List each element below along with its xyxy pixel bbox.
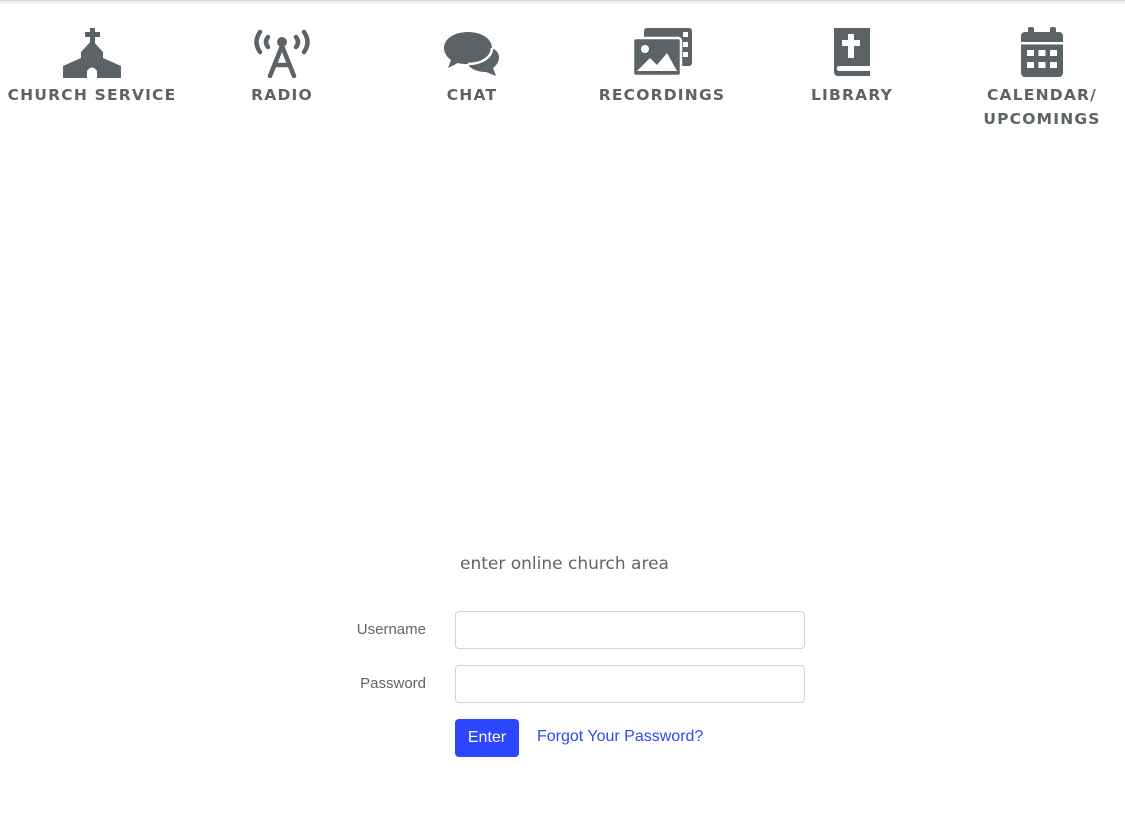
nav-item-church-service[interactable]: CHURCH SERVICE (0, 26, 187, 107)
enter-button[interactable]: Enter (455, 719, 519, 757)
nav-label-library: LIBRARY (810, 86, 894, 104)
nav-label-radio: RADIO (251, 86, 313, 104)
broadcast-tower-icon (254, 29, 310, 78)
username-input[interactable] (455, 611, 805, 649)
nav-item-recordings[interactable]: RECORDINGS (567, 26, 757, 107)
nav-item-calendar[interactable]: CALENDAR/ UPCOMINGS (947, 26, 1125, 131)
nav-item-library[interactable]: LIBRARY (757, 26, 947, 107)
main-nav: CHURCH SERVICE RADIO CHAT RECORDINGS LIB… (0, 0, 1125, 140)
chat-bubbles-icon (444, 32, 499, 76)
nav-item-chat[interactable]: CHAT (377, 26, 567, 107)
login-title: enter online church area (460, 554, 669, 574)
calendar-icon (1021, 27, 1063, 77)
photo-video-icon (631, 28, 692, 78)
password-label: Password (360, 675, 426, 692)
forgot-password-link[interactable]: Forgot Your Password? (537, 728, 703, 746)
nav-label-recordings: RECORDINGS (598, 86, 726, 104)
username-label: Username (356, 621, 426, 638)
church-icon (63, 28, 121, 78)
nav-label-calendar: CALENDAR/ UPCOMINGS (983, 86, 1101, 128)
bible-icon (834, 28, 870, 76)
nav-item-radio[interactable]: RADIO (187, 26, 377, 107)
nav-label-church-service: CHURCH SERVICE (7, 86, 177, 104)
password-input[interactable] (455, 665, 805, 703)
nav-label-chat: CHAT (446, 86, 498, 104)
